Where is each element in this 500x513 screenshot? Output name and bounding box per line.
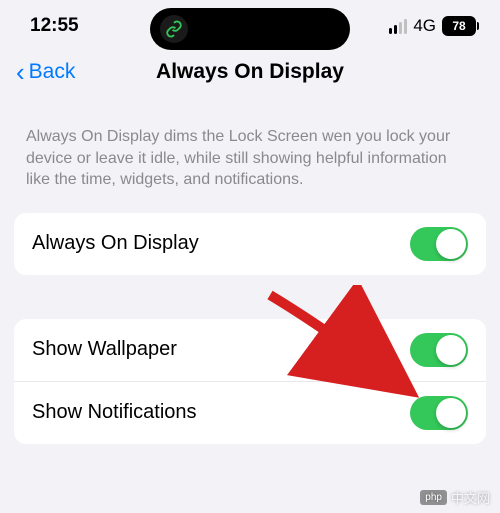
settings-group-main: Always On Display xyxy=(14,213,486,275)
row-label: Always On Display xyxy=(32,232,199,255)
status-right: 4G 78 xyxy=(389,16,476,36)
signal-icon xyxy=(389,19,407,34)
dynamic-island[interactable] xyxy=(150,8,350,50)
watermark: php 中文网 xyxy=(420,488,490,507)
row-always-on-display: Always On Display xyxy=(14,213,486,275)
back-label: Back xyxy=(29,60,76,84)
chevron-left-icon: ‹ xyxy=(16,59,25,85)
row-label: Show Wallpaper xyxy=(32,338,177,361)
row-show-notifications: Show Notifications xyxy=(14,381,486,444)
row-show-wallpaper: Show Wallpaper xyxy=(14,319,486,381)
watermark-badge: php xyxy=(420,490,447,505)
description-text: Always On Display dims the Lock Screen w… xyxy=(0,98,500,205)
toggle-show-wallpaper[interactable] xyxy=(410,333,468,367)
row-label: Show Notifications xyxy=(32,401,197,424)
battery-icon: 78 xyxy=(442,16,476,36)
settings-group-options: Show Wallpaper Show Notifications xyxy=(14,319,486,444)
network-label: 4G xyxy=(413,16,436,36)
watermark-text: 中文网 xyxy=(451,488,490,507)
nav-bar: ‹ Back Always On Display xyxy=(0,48,500,98)
toggle-always-on-display[interactable] xyxy=(410,227,468,261)
toggle-show-notifications[interactable] xyxy=(410,396,468,430)
status-time: 12:55 xyxy=(30,15,79,37)
link-icon xyxy=(160,15,188,43)
status-bar: 12:55 4G 78 xyxy=(0,0,500,48)
page-title: Always On Display xyxy=(156,60,344,84)
back-button[interactable]: ‹ Back xyxy=(16,59,75,85)
